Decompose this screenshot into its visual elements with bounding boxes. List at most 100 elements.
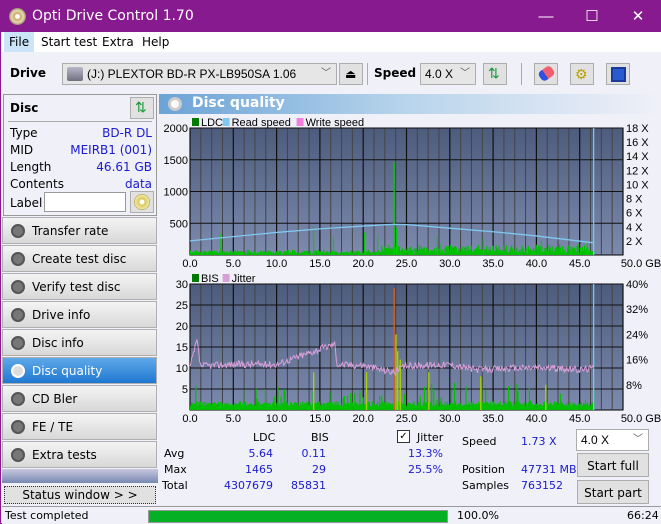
refresh-button[interactable]: ⇅ xyxy=(483,63,507,85)
save-button[interactable] xyxy=(606,63,630,85)
ldc-bar xyxy=(460,251,462,255)
bis-bar xyxy=(528,387,530,410)
legend-swatch xyxy=(192,274,199,282)
jitter-checkbox[interactable]: ✓ xyxy=(397,430,410,443)
ldc-bar xyxy=(277,252,279,255)
bis-bar xyxy=(477,401,480,410)
bis-bar xyxy=(283,389,285,410)
eject-button[interactable]: ⏏ xyxy=(339,63,363,85)
bis-bar xyxy=(371,401,374,410)
nav-verify-test-disc[interactable]: Verify test disc xyxy=(2,273,157,300)
ldc-bar xyxy=(215,251,218,255)
bis-bar xyxy=(443,405,445,410)
menu-file[interactable]: File xyxy=(4,32,35,52)
ldc-bar xyxy=(411,250,413,255)
y2-tick-label: 16 X xyxy=(626,137,649,149)
start-part-button[interactable]: Start part xyxy=(577,480,649,504)
bis-bar xyxy=(507,386,510,410)
ldc-bar xyxy=(303,250,305,255)
bis-bar xyxy=(448,405,450,410)
window-title: Opti Drive Control 1.70 xyxy=(32,8,194,24)
bis-bar xyxy=(525,403,527,410)
ldc-bar xyxy=(539,246,541,255)
bis-bar xyxy=(416,405,418,410)
ldc-bar xyxy=(252,253,254,255)
ldc-bar xyxy=(192,252,194,255)
nav-extra-tests[interactable]: Extra tests xyxy=(2,441,157,468)
minimize-button[interactable]: — xyxy=(523,1,569,32)
x-tick-label: 10.0 xyxy=(266,258,287,270)
ldc-bar xyxy=(314,250,316,255)
nav-transfer-rate[interactable]: Transfer rate xyxy=(2,217,157,244)
ldc-bar xyxy=(468,250,470,255)
settings-button[interactable]: ⚙ xyxy=(570,63,594,85)
bis-bar xyxy=(369,406,371,410)
ldc-bar xyxy=(544,247,546,255)
drive-icon xyxy=(67,67,83,81)
bis-bar xyxy=(386,405,388,410)
bis-bar xyxy=(211,403,214,410)
status-window-button[interactable]: Status window > > xyxy=(4,486,156,504)
ldc-bar xyxy=(358,250,360,255)
bis-bar xyxy=(195,385,197,410)
disc-refresh-button[interactable]: ⇅ xyxy=(130,97,154,119)
bis-bar xyxy=(461,405,463,410)
ldc-bar xyxy=(588,249,590,255)
menu-extra[interactable]: Extra xyxy=(97,32,139,52)
app-disc-icon xyxy=(9,8,26,25)
disc-label-button[interactable] xyxy=(130,191,154,213)
ldc-bar xyxy=(236,250,238,255)
x-tick-label: 20.0 xyxy=(352,413,373,425)
bis-bar xyxy=(380,403,382,410)
ldc-bar xyxy=(427,250,430,255)
bis-bar xyxy=(374,405,377,410)
menu-help[interactable]: Help xyxy=(137,32,174,52)
speed-select[interactable]: 4.0 X ﹀ xyxy=(420,63,476,85)
bis-bar xyxy=(554,402,556,410)
maximize-button[interactable]: ☐ xyxy=(569,1,615,32)
ldc-bar xyxy=(260,250,262,255)
close-button[interactable]: ✕ xyxy=(615,1,661,32)
nav-disc-quality[interactable]: Disc quality xyxy=(2,357,157,384)
ldc-bar xyxy=(562,246,564,255)
drive-select[interactable]: (J:) PLEXTOR BD-R PX-LB950SA 1.06 ﹀ xyxy=(62,63,337,85)
ldc-bar xyxy=(276,251,278,255)
ldc-bar xyxy=(533,250,536,255)
bis-bar xyxy=(553,401,555,410)
bis-bar xyxy=(571,405,573,410)
bis-bar xyxy=(415,405,417,410)
ldc-bar xyxy=(248,250,250,255)
disc-label-input[interactable] xyxy=(44,192,126,212)
nav-disc-info[interactable]: Disc info xyxy=(2,329,157,356)
bis-bar xyxy=(454,401,457,410)
erase-button[interactable] xyxy=(534,63,558,85)
bis-bar xyxy=(342,397,344,410)
bis-bar xyxy=(441,404,443,410)
ldc-bar xyxy=(390,247,392,255)
start-full-button[interactable]: Start full xyxy=(577,453,649,477)
nav-fe-te[interactable]: FE / TE xyxy=(2,413,157,440)
bis-bar xyxy=(300,402,302,410)
toolbar-divider xyxy=(521,63,522,85)
ldc-bar xyxy=(352,252,354,255)
bis-bar xyxy=(501,405,503,410)
bis-bar xyxy=(356,403,358,410)
ldc-bar xyxy=(535,253,537,255)
ldc-bar xyxy=(330,252,332,255)
nav-drive-info[interactable]: Drive info xyxy=(2,301,157,328)
bis-bar xyxy=(540,403,542,410)
menu-start-test[interactable]: Start test xyxy=(36,32,102,52)
test-speed-select[interactable]: 4.0 X ﹀ xyxy=(576,429,649,451)
nav-create-test-disc[interactable]: Create test disc xyxy=(2,245,157,272)
bis-bar xyxy=(288,405,290,410)
bis-bar xyxy=(379,395,381,410)
ldc-bar xyxy=(381,245,383,255)
bis-bar xyxy=(362,397,364,410)
bis-bar xyxy=(330,401,332,410)
y2-tick-label: 18 X xyxy=(626,123,649,135)
bis-bar xyxy=(411,404,413,410)
bis-bar xyxy=(433,388,435,410)
nav-cd-bler[interactable]: CD Bler xyxy=(2,385,157,412)
ldc-bar xyxy=(239,251,242,255)
bis-bar xyxy=(344,403,347,410)
